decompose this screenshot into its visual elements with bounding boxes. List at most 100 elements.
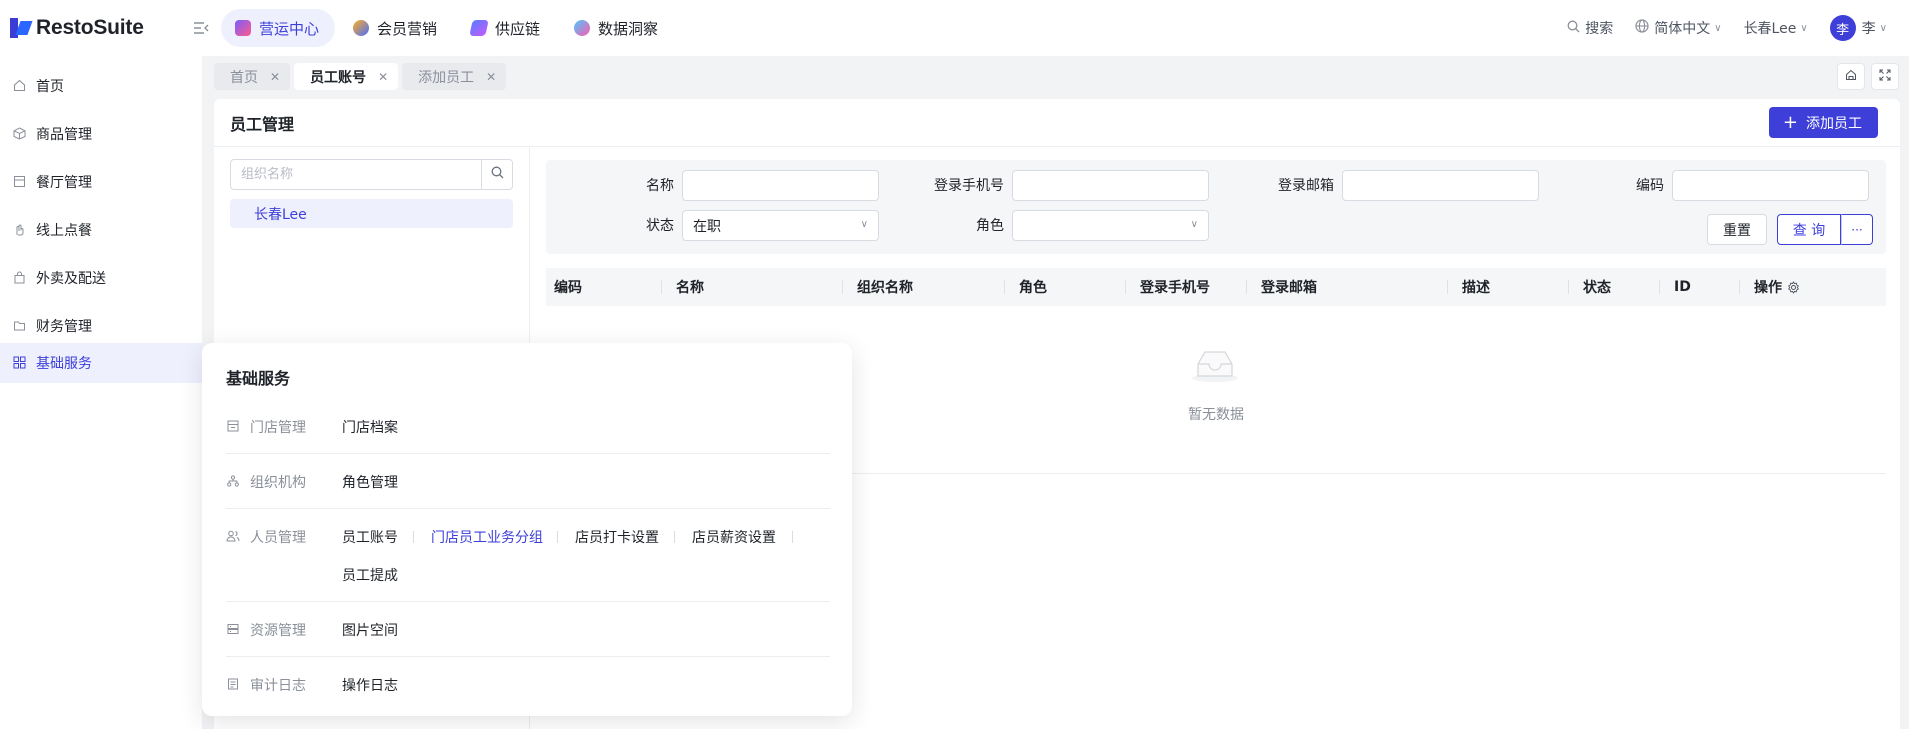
add-employee-button[interactable]: + 添加员工 bbox=[1768, 107, 1878, 138]
flyout-category-label: 审计日志 bbox=[250, 678, 306, 694]
server-icon bbox=[226, 623, 240, 638]
globe-icon bbox=[1635, 19, 1649, 37]
org-label: 长春Lee bbox=[1743, 21, 1797, 37]
org-search-button[interactable] bbox=[481, 160, 512, 189]
chevron-down-icon: ∨ bbox=[1190, 219, 1198, 230]
col-description: 描述 bbox=[1462, 280, 1490, 296]
flyout-link-business-groups[interactable]: 门店员工业务分组 bbox=[431, 527, 543, 547]
flyout-category-label: 人员管理 bbox=[250, 530, 306, 546]
query-button[interactable]: 查 询 bbox=[1777, 214, 1841, 245]
home-icon bbox=[12, 79, 26, 93]
topnav-supply-chain[interactable]: 供应链 bbox=[457, 9, 556, 47]
sidebar-item-home[interactable]: 首页 bbox=[0, 65, 202, 107]
store-icon bbox=[12, 175, 26, 189]
filter-name-input[interactable] bbox=[682, 170, 879, 201]
reset-button[interactable]: 重置 bbox=[1707, 214, 1767, 245]
flyout-link-operation-log[interactable]: 操作日志 bbox=[342, 675, 398, 695]
col-divider bbox=[1447, 280, 1448, 294]
log-icon bbox=[226, 678, 240, 693]
col-divider bbox=[1568, 280, 1569, 294]
flyout-link-commission[interactable]: 员工提成 bbox=[342, 565, 398, 585]
topnav-label: 会员营销 bbox=[377, 19, 438, 38]
data-insight-icon bbox=[574, 20, 591, 36]
topnav-label: 营运中心 bbox=[259, 19, 320, 38]
fullscreen-button[interactable] bbox=[1871, 63, 1899, 90]
tab-employee-accounts[interactable]: 员工账号 ✕ bbox=[294, 63, 399, 90]
tab-add-employee[interactable]: 添加员工 ✕ bbox=[402, 63, 507, 90]
sidebar-item-finance[interactable]: 财务管理 bbox=[0, 305, 202, 347]
close-icon[interactable]: ✕ bbox=[378, 70, 388, 84]
sidebar-item-basic-services[interactable]: 基础服务 bbox=[0, 343, 202, 383]
user-menu[interactable]: 李 李 ∨ bbox=[1829, 15, 1887, 41]
search-icon bbox=[1567, 20, 1580, 37]
sidebar-item-products[interactable]: 商品管理 bbox=[0, 113, 202, 155]
org-search-input[interactable] bbox=[231, 160, 481, 189]
chevron-down-icon: ∨ bbox=[860, 219, 868, 230]
filter-name-label: 名称 bbox=[646, 178, 674, 194]
flyout-category: 人员管理 bbox=[226, 527, 306, 547]
org-tree-node[interactable]: 长春Lee bbox=[230, 199, 513, 228]
flyout-group-personnel: 人员管理 员工账号 门店员工业务分组 店员打卡设置 店员薪资设置 员工提成 bbox=[226, 527, 830, 602]
topnav-member-marketing[interactable]: 会员营销 bbox=[339, 9, 453, 47]
bag-icon bbox=[12, 271, 26, 285]
flyout-link-employee-accounts[interactable]: 员工账号 bbox=[342, 527, 398, 547]
home-pin-button[interactable] bbox=[1837, 63, 1865, 90]
tab-home[interactable]: 首页 ✕ bbox=[214, 63, 291, 90]
flyout-category: 门店管理 bbox=[226, 417, 306, 437]
filter-email-label: 登录邮箱 bbox=[1278, 178, 1334, 194]
empty-inbox-icon bbox=[1190, 344, 1240, 384]
filter-email-input[interactable] bbox=[1342, 170, 1539, 201]
filter-code-label: 编码 bbox=[1636, 178, 1664, 194]
col-divider bbox=[661, 280, 662, 294]
flyout-link-image-space[interactable]: 图片空间 bbox=[342, 620, 398, 640]
topnav-data-insight[interactable]: 数据洞察 bbox=[560, 9, 674, 47]
folder-icon bbox=[12, 319, 26, 333]
global-search[interactable]: 搜索 bbox=[1567, 18, 1613, 38]
flyout-link-role-management[interactable]: 角色管理 bbox=[342, 472, 398, 492]
grid-icon bbox=[12, 356, 26, 370]
expand-icon bbox=[1879, 69, 1891, 84]
plus-icon: + bbox=[1782, 111, 1798, 133]
column-settings-icon[interactable] bbox=[1787, 280, 1800, 294]
close-icon[interactable]: ✕ bbox=[486, 70, 496, 84]
flyout-link-clock-in-settings[interactable]: 店员打卡设置 bbox=[575, 527, 659, 547]
logo[interactable]: RestoSuite bbox=[10, 16, 180, 40]
topnav-ops-center[interactable]: 营运中心 bbox=[221, 9, 336, 47]
flyout-link-store-profile[interactable]: 门店档案 bbox=[342, 417, 398, 437]
filter-role-select[interactable]: ∨ bbox=[1012, 210, 1209, 241]
flyout-link-salary-settings[interactable]: 店员薪资设置 bbox=[692, 527, 776, 547]
add-employee-label: 添加员工 bbox=[1806, 115, 1862, 132]
sidebar-item-online-ordering[interactable]: 线上点餐 bbox=[0, 209, 202, 251]
flyout-group-store: 门店管理 门店档案 bbox=[226, 417, 830, 454]
home-outline-icon bbox=[1845, 69, 1857, 84]
sidebar-item-delivery[interactable]: 外卖及配送 bbox=[0, 257, 202, 299]
more-filters-button[interactable]: ··· bbox=[1841, 214, 1873, 245]
close-icon[interactable]: ✕ bbox=[270, 70, 280, 84]
flyout-group-resources: 资源管理 图片空间 bbox=[226, 620, 830, 657]
col-divider bbox=[842, 280, 843, 294]
tab-label: 首页 bbox=[230, 69, 258, 86]
menu-collapse-icon[interactable] bbox=[191, 18, 211, 38]
filter-phone-input[interactable] bbox=[1012, 170, 1209, 201]
language-switcher[interactable]: 简体中文 ∨ bbox=[1635, 18, 1722, 38]
sidebar-item-label: 外卖及配送 bbox=[36, 271, 106, 287]
cube-icon bbox=[12, 127, 26, 141]
store-icon bbox=[226, 420, 240, 435]
language-label: 简体中文 bbox=[1654, 21, 1711, 37]
col-code: 编码 bbox=[554, 280, 582, 296]
col-divider bbox=[1739, 280, 1740, 294]
search-icon bbox=[491, 166, 504, 183]
filter-status-select[interactable]: 在职 ∨ bbox=[682, 210, 879, 241]
filter-code-input[interactable] bbox=[1672, 170, 1869, 201]
org-switcher[interactable]: 长春Lee ∨ bbox=[1744, 18, 1808, 38]
flyout-category: 审计日志 bbox=[226, 675, 306, 695]
col-actions: 操作 bbox=[1754, 268, 1800, 306]
col-org-name: 组织名称 bbox=[857, 280, 913, 296]
sidebar-item-restaurants[interactable]: 餐厅管理 bbox=[0, 161, 202, 203]
sidebar: 首页 商品管理 餐厅管理 线上点餐 外卖及配送 财务管理 基础服务 bbox=[0, 56, 202, 729]
filter-phone-label: 登录手机号 bbox=[934, 178, 1004, 194]
people-icon bbox=[226, 530, 240, 545]
filter-role-label: 角色 bbox=[976, 218, 1004, 234]
link-divider bbox=[557, 531, 558, 543]
col-email: 登录邮箱 bbox=[1261, 280, 1317, 296]
